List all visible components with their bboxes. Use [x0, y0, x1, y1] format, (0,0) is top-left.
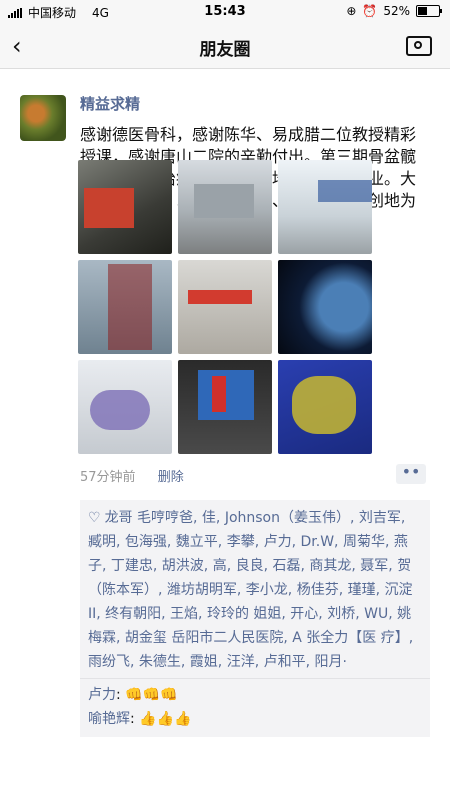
- likes-comments-panel: ♡ 龙哥 毛哼哼爸, 佳, Johnson（姜玉伟）, 刘吉军, 臧明, 包海强,…: [80, 500, 430, 737]
- photo-grid: [78, 160, 378, 454]
- nav-bar: ‹ 朋友圈: [0, 24, 450, 69]
- comment-sep: :: [130, 711, 140, 727]
- heart-icon: ♡: [88, 510, 101, 526]
- avatar[interactable]: [20, 95, 66, 141]
- photo-thumbnail[interactable]: [78, 360, 172, 454]
- battery-icon: [416, 5, 442, 17]
- likes-list: ♡ 龙哥 毛哼哼爸, 佳, Johnson（姜玉伟）, 刘吉军, 臧明, 包海强,…: [88, 506, 422, 674]
- more-actions-button[interactable]: ••: [396, 464, 426, 484]
- photo-thumbnail[interactable]: [78, 160, 172, 254]
- comment-author[interactable]: 卢力: [88, 687, 116, 703]
- author-name[interactable]: 精益求精: [80, 93, 430, 114]
- comment-item[interactable]: 卢力: 👊👊👊: [88, 683, 422, 707]
- comment-item[interactable]: 喻艳辉: 👍👍👍: [88, 707, 422, 731]
- alarm-icon: ⏰: [362, 4, 378, 18]
- battery-percent: 52%: [383, 4, 410, 18]
- photo-thumbnail[interactable]: [178, 260, 272, 354]
- photo-thumbnail[interactable]: [278, 160, 372, 254]
- photo-thumbnail[interactable]: [278, 360, 372, 454]
- comment-text: 👊👊👊: [125, 687, 178, 703]
- lock-rotation-icon: ⊕: [346, 4, 357, 18]
- post-meta: 57分钟前 删除 ••: [80, 464, 430, 488]
- status-bar: 中国移动 4G 15:43 ⊕ ⏰ 52%: [0, 0, 450, 24]
- photo-thumbnail[interactable]: [178, 360, 272, 454]
- comment-author[interactable]: 喻艳辉: [88, 711, 130, 727]
- delete-button[interactable]: 删除: [158, 470, 184, 485]
- comment-sep: :: [116, 687, 126, 703]
- photo-thumbnail[interactable]: [78, 260, 172, 354]
- photo-thumbnail[interactable]: [178, 160, 272, 254]
- comment-text: 👍👍👍: [139, 711, 192, 727]
- post-time: 57分钟前: [80, 470, 136, 485]
- page-title: 朋友圈: [199, 40, 251, 60]
- camera-icon[interactable]: [406, 36, 432, 56]
- divider: [80, 678, 430, 679]
- photo-thumbnail[interactable]: [278, 260, 372, 354]
- likes-names[interactable]: 龙哥 毛哼哼爸, 佳, Johnson（姜玉伟）, 刘吉军, 臧明, 包海强, …: [88, 510, 413, 670]
